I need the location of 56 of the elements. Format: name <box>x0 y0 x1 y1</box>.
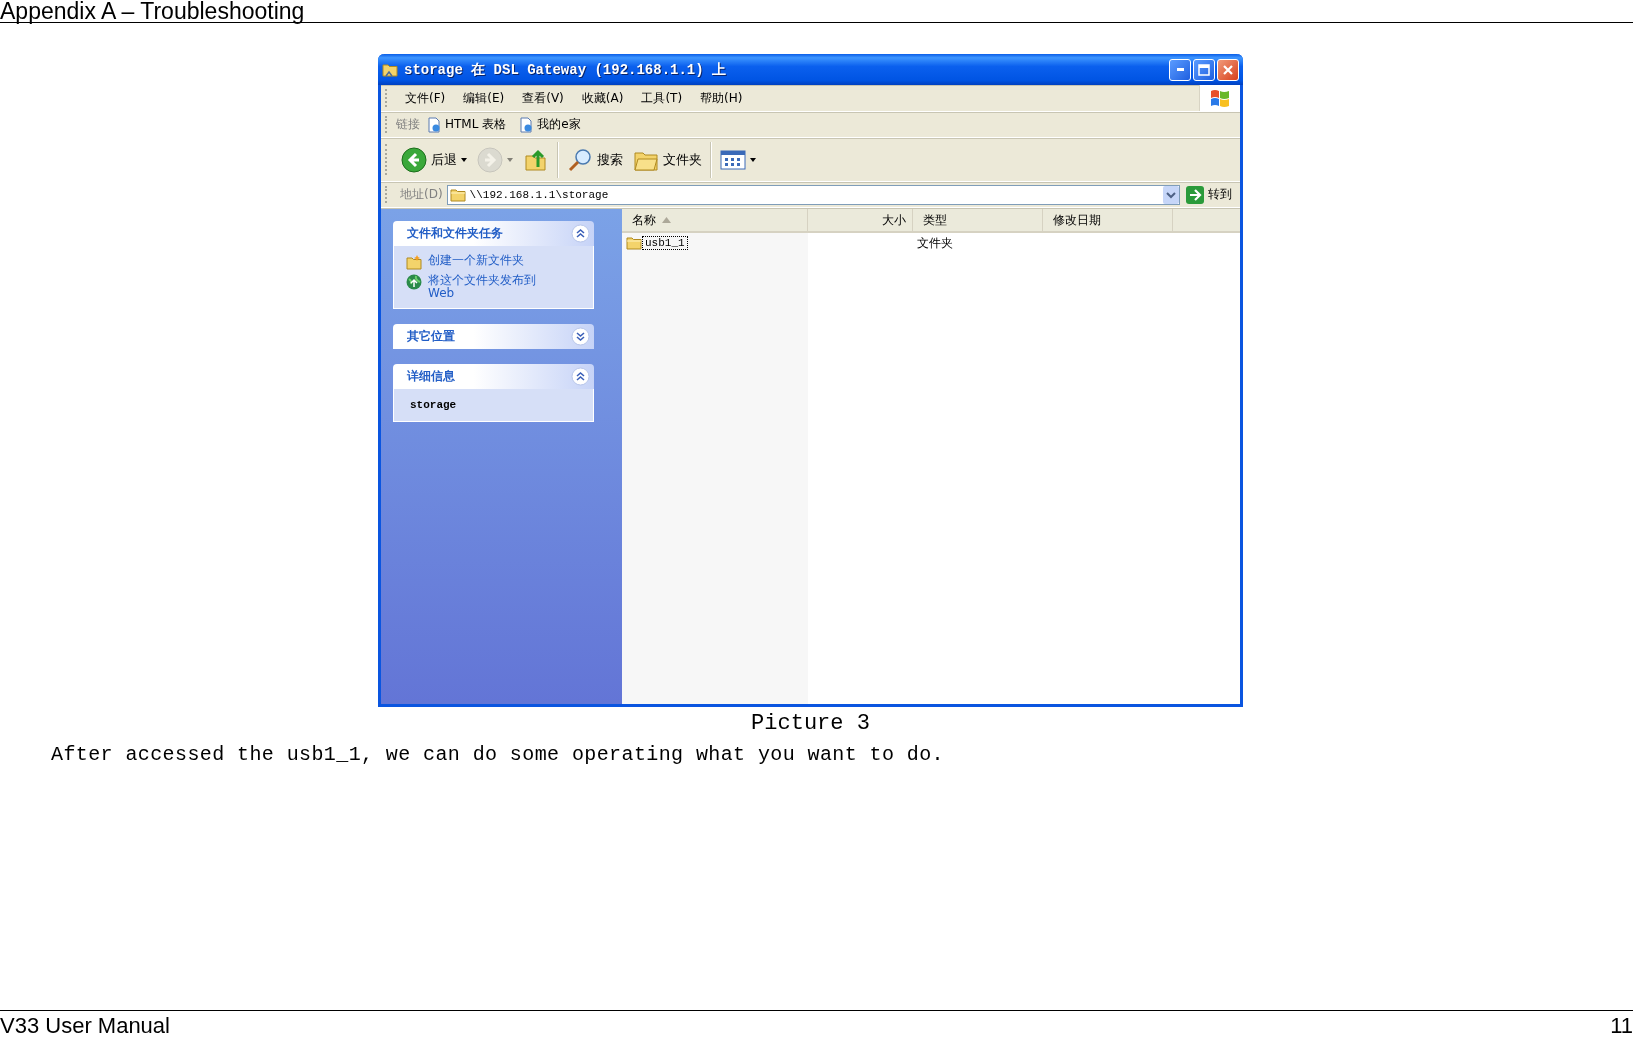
search-button[interactable]: 搜索 <box>562 141 628 178</box>
expand-chevron-icon[interactable] <box>571 327 590 347</box>
close-button[interactable] <box>1217 58 1239 81</box>
figure-caption: Picture 3 <box>751 711 870 736</box>
link-button[interactable]: HTML 表格 <box>426 116 507 133</box>
folders-button[interactable]: 文件夹 <box>628 141 707 178</box>
table-cell: 文件夹 <box>917 234 953 252</box>
link-button[interactable]: 我的e家 <box>518 116 581 133</box>
footer-title: V33 User Manual <box>0 1015 170 1037</box>
page-icon <box>518 116 535 133</box>
dropdown-caret-icon <box>507 157 513 162</box>
detail-name: storage <box>409 398 458 414</box>
body-paragraph: After accessed the usb1_1, we can do some operating what you want to do. <box>51 743 944 766</box>
task-pane-header[interactable]: 详细信息 <box>393 364 594 390</box>
go-button[interactable]: 转到 <box>1184 185 1240 204</box>
minimize-icon <box>1176 68 1184 71</box>
page-number: 11 <box>1610 1015 1633 1037</box>
window-title: storage 在 DSL Gateway (192.168.1.1) 上 <box>404 60 728 79</box>
menu-item[interactable]: 工具(T) <box>632 88 692 108</box>
four-color-flag-icon <box>1209 88 1231 108</box>
network-folder-icon <box>382 61 398 78</box>
address-label: 地址(D) <box>400 187 443 202</box>
links-label: 链接 <box>396 117 420 132</box>
collapse-chevron-icon[interactable] <box>571 224 590 243</box>
task-pane-header[interactable]: 文件和文件夹任务 <box>393 221 594 246</box>
page-icon <box>426 116 442 133</box>
maximize-icon <box>1198 63 1210 76</box>
menu-item[interactable]: 查看(V) <box>513 88 573 108</box>
task-pane-header[interactable]: 其它位置 <box>393 324 594 350</box>
menu-item[interactable]: 编辑(E) <box>454 88 514 108</box>
task-link[interactable]: 将这个文件夹发布到 Web <box>406 274 566 301</box>
task-link[interactable]: 创建一个新文件夹 <box>406 254 566 270</box>
folder-icon <box>626 236 642 250</box>
search-icon <box>567 146 593 173</box>
close-icon <box>1222 63 1234 76</box>
minimize-button[interactable] <box>1169 58 1191 81</box>
network-folder-icon <box>449 186 466 203</box>
column-header[interactable]: 大小 <box>808 209 913 231</box>
maximize-button[interactable] <box>1193 58 1215 81</box>
dropdown-caret-icon <box>750 157 756 162</box>
menu-item[interactable]: 帮助(H) <box>691 88 752 108</box>
column-header[interactable]: 类型 <box>913 209 1043 231</box>
globe-icon <box>406 274 422 290</box>
address-field[interactable]: \\192.168.1.1\storage <box>446 184 1180 205</box>
collapse-chevron-icon[interactable] <box>571 367 590 387</box>
back-button[interactable]: 后退 <box>396 141 472 178</box>
menu-item[interactable]: 收藏(A) <box>572 88 633 108</box>
go-arrow-icon <box>1186 185 1204 204</box>
dropdown-caret-icon <box>461 157 467 162</box>
menu-item[interactable]: 文件(F) <box>396 88 455 108</box>
views-grid-icon <box>720 148 746 171</box>
file-name[interactable]: usb1_1 <box>643 237 687 249</box>
column-header[interactable]: 修改日期 <box>1043 209 1173 231</box>
page-header: Appendix A – Troubleshooting <box>0 0 305 24</box>
new-folder-icon <box>406 254 422 270</box>
column-header[interactable]: 名称 <box>622 209 808 231</box>
